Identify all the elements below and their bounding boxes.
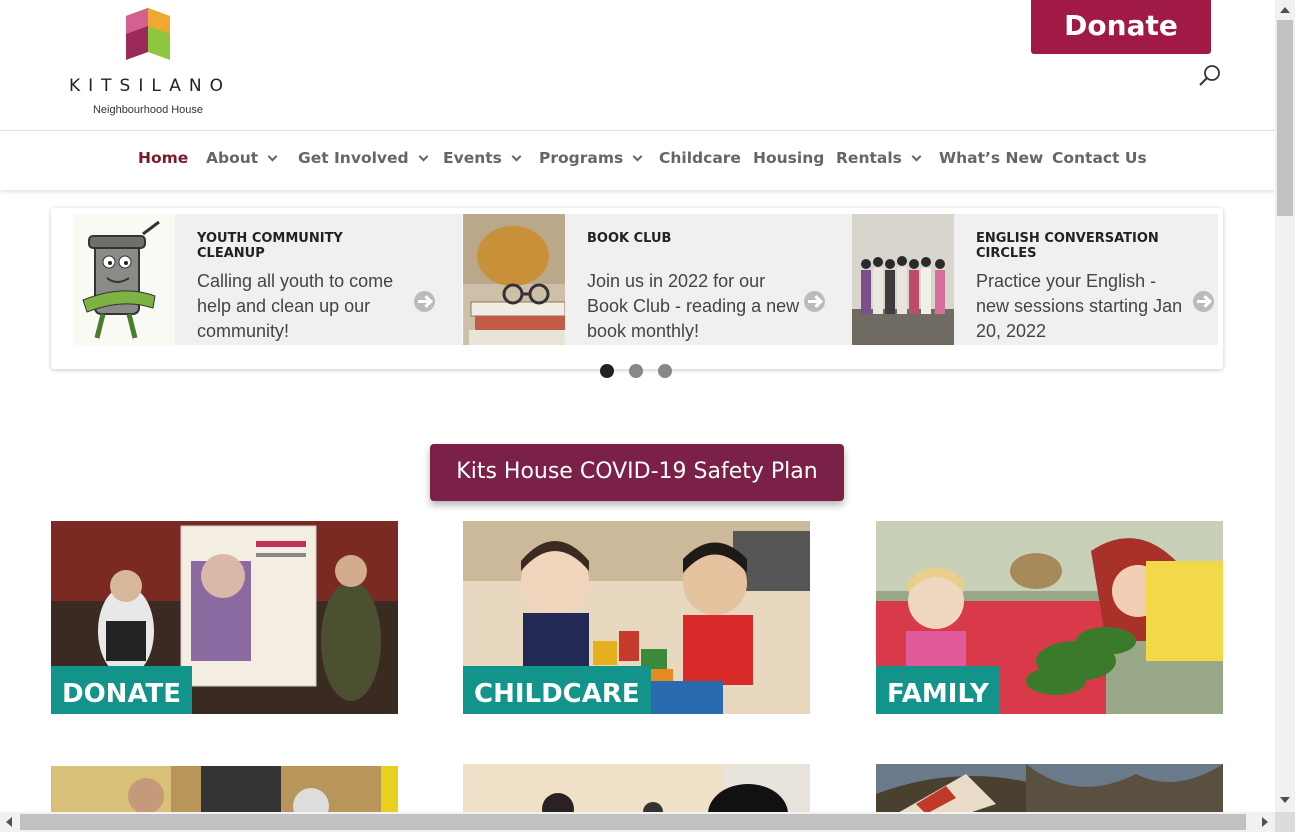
nav-item-get-involved[interactable]: Get Involved — [298, 149, 429, 167]
scroll-down-icon[interactable] — [1279, 796, 1291, 804]
tile-label: CHILDCARE — [463, 666, 651, 714]
slide-text: Calling all youth to come help and clean… — [197, 271, 394, 341]
scrollbar-corner — [1275, 812, 1295, 832]
slide-image — [852, 214, 954, 345]
nav-label: Contact Us — [1052, 149, 1147, 167]
chevron-down-icon — [911, 151, 922, 162]
scroll-right-icon[interactable] — [1261, 816, 1269, 828]
arrow-right-icon[interactable] — [804, 291, 825, 312]
nav-label: Programs — [539, 149, 624, 167]
tile-family[interactable]: FAMILY — [876, 521, 1223, 714]
slide-text: Practice your English - new sessions sta… — [976, 271, 1183, 341]
chevron-down-icon — [632, 151, 643, 162]
slide-english-circles[interactable]: English Conversation Circles Practice yo… — [852, 214, 1218, 345]
slide-image — [73, 214, 175, 345]
slide-book-club[interactable]: Book Club Join us in 2022 for our Book C… — [463, 214, 852, 345]
scroll-left-icon[interactable] — [5, 816, 13, 828]
nav-item-rentals[interactable]: Rentals — [836, 149, 922, 167]
nav-label: Childcare — [659, 149, 741, 167]
nav-item-about[interactable]: About — [206, 149, 278, 167]
arrow-right-icon[interactable] — [414, 291, 435, 312]
logo-mark-icon — [126, 8, 170, 60]
event-slider: Youth Community Cleanup Calling all yout… — [51, 208, 1223, 369]
nav-label: Get Involved — [298, 149, 409, 167]
donate-button[interactable]: Donate — [1031, 0, 1211, 54]
slider-pagination — [600, 364, 680, 378]
vertical-scrollbar-thumb[interactable] — [1277, 20, 1293, 216]
nav-item-home[interactable]: Home — [138, 149, 188, 167]
scroll-up-icon[interactable] — [1279, 6, 1291, 14]
slide-youth-cleanup[interactable]: Youth Community Cleanup Calling all yout… — [73, 214, 462, 345]
tile-childcare[interactable]: CHILDCARE — [463, 521, 810, 714]
slide-title: English Conversation Circles — [976, 231, 1159, 261]
tile-label: DONATE — [51, 666, 193, 714]
nav-item-contact-us[interactable]: Contact Us — [1052, 149, 1147, 167]
nav-label: Rentals — [836, 149, 902, 167]
slider-dot-3[interactable] — [658, 364, 672, 378]
main-nav: Home About Get Involved Events Programs … — [0, 131, 1275, 190]
nav-label: What’s New — [939, 149, 1044, 167]
slider-dot-2[interactable] — [629, 364, 643, 378]
slide-title: Book Club — [587, 231, 672, 246]
slide-title: Youth Community Cleanup — [197, 231, 343, 261]
covid-safety-plan-button[interactable]: Kits House COVID-19 Safety Plan — [430, 444, 844, 501]
logo-wordmark: KITSILANO — [69, 76, 231, 96]
nav-item-childcare[interactable]: Childcare — [659, 149, 741, 167]
horizontal-scrollbar-thumb[interactable] — [20, 814, 1246, 830]
slide-text: Join us in 2022 for our Book Club - read… — [587, 271, 800, 341]
search-icon[interactable] — [1198, 63, 1222, 87]
slider-dot-1[interactable] — [600, 364, 614, 378]
arrow-right-icon[interactable] — [1193, 291, 1214, 312]
nav-item-whats-new[interactable]: What’s New — [939, 149, 1043, 167]
tile-label: FAMILY — [876, 666, 1000, 714]
site-logo[interactable]: KITSILANO Neighbourhood House — [55, 8, 245, 123]
nav-label: Events — [443, 149, 502, 167]
nav-label: About — [206, 149, 259, 167]
chevron-down-icon — [511, 151, 522, 162]
chevron-down-icon — [418, 151, 429, 162]
slide-image — [463, 214, 565, 345]
nav-item-housing[interactable]: Housing — [753, 149, 824, 167]
nav-label: Housing — [753, 149, 825, 167]
chevron-down-icon — [267, 151, 278, 162]
nav-label: Home — [138, 149, 189, 167]
nav-item-programs[interactable]: Programs — [539, 149, 643, 167]
site-header: KITSILANO Neighbourhood House Donate — [0, 0, 1275, 131]
nav-item-events[interactable]: Events — [443, 149, 522, 167]
logo-subtitle: Neighbourhood House — [92, 104, 204, 116]
tile-donate[interactable]: DONATE — [51, 521, 398, 714]
